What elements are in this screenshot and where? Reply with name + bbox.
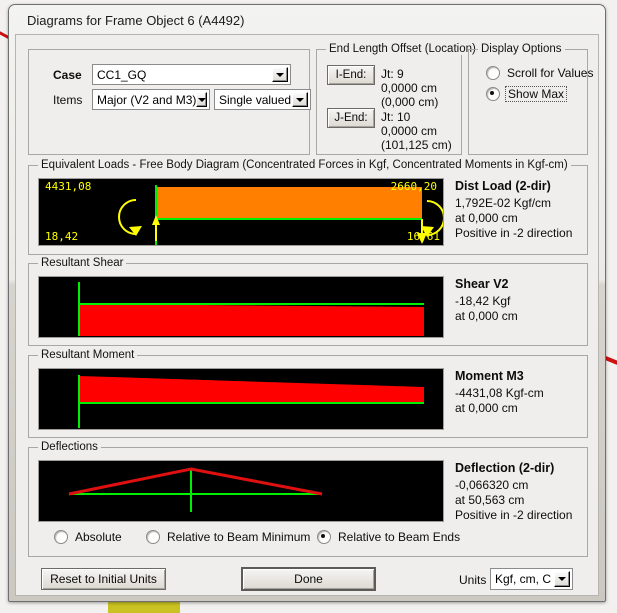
radio-relative-beam-minimum[interactable]: Relative to Beam Minimum bbox=[146, 530, 310, 544]
end-length-offset-group: End Length Offset (Location) I-End: Jt: … bbox=[316, 43, 479, 155]
eq-label-bottom-right: 16,61 bbox=[406, 230, 440, 243]
case-combo-value: CC1_GQ bbox=[97, 67, 147, 82]
resultant-moment-info: Moment M3 -4431,08 Kgf-cm at 0,000 cm bbox=[455, 369, 544, 416]
resultant-shear-canvas[interactable] bbox=[38, 276, 444, 338]
deflection-value: -0,066320 cm bbox=[455, 478, 529, 492]
backdrop-yellow-member bbox=[108, 601, 180, 613]
resultant-moment-group: Resultant Moment Moment M3 -4431,08 Kgf-… bbox=[28, 349, 588, 438]
shear-value: -18,42 Kgf bbox=[455, 294, 511, 308]
deflections-canvas[interactable] bbox=[38, 460, 444, 522]
items-combo[interactable]: Major (V2 and M3) bbox=[92, 89, 210, 110]
equivalent-loads-group: Equivalent Loads - Free Body Diagram (Co… bbox=[28, 159, 588, 255]
radio-rel-min-label: Relative to Beam Minimum bbox=[167, 530, 311, 544]
moment-at: at 0,000 cm bbox=[455, 401, 518, 415]
radio-dot-icon bbox=[54, 530, 68, 544]
radio-absolute-label: Absolute bbox=[75, 530, 122, 544]
equivalent-loads-svg bbox=[39, 179, 443, 245]
radio-rel-ends-label: Relative to Beam Ends bbox=[338, 530, 461, 544]
units-combo[interactable]: Kgf, cm, C bbox=[490, 568, 573, 590]
chevron-down-icon[interactable] bbox=[196, 92, 207, 107]
eq-label-top-right: 2660,20 bbox=[390, 180, 437, 193]
case-combo[interactable]: CC1_GQ bbox=[92, 64, 291, 85]
radio-show-max[interactable]: Show Max bbox=[486, 86, 568, 102]
moment-title: Moment M3 bbox=[455, 369, 524, 383]
screen: Diagrams for Frame Object 6 (A4492) Case… bbox=[0, 0, 617, 613]
window-title: Diagrams for Frame Object 6 (A4492) bbox=[27, 12, 245, 28]
shear-at: at 0,000 cm bbox=[455, 309, 518, 323]
radio-dot-icon bbox=[146, 530, 160, 544]
case-items-group: Case CC1_GQ Items Major (V2 and M3) Sing… bbox=[28, 49, 311, 155]
j-end-joint: Jt: 10 bbox=[381, 110, 411, 124]
resultant-moment-legend: Resultant Moment bbox=[38, 349, 138, 361]
radio-dot-icon bbox=[486, 66, 500, 80]
i-end-button[interactable]: I-End: bbox=[327, 65, 375, 85]
deflections-group: Deflections Deflection (2-dir) -0,066320… bbox=[28, 441, 588, 557]
eq-label-bottom-left: 18,42 bbox=[45, 230, 79, 243]
units-label: Units bbox=[459, 573, 487, 587]
resultant-shear-group: Resultant Shear Shear V2 -18,42 Kgf at 0… bbox=[28, 257, 588, 346]
title-bar: Diagrams for Frame Object 6 (A4492) bbox=[9, 5, 605, 35]
radio-show-max-label: Show Max bbox=[505, 86, 568, 102]
deflections-svg bbox=[39, 461, 443, 521]
deflection-at: at 50,563 cm bbox=[455, 493, 525, 507]
chevron-down-icon[interactable] bbox=[292, 92, 308, 107]
deflections-info: Deflection (2-dir) -0,066320 cm at 50,56… bbox=[455, 461, 572, 523]
radio-scroll-for-values[interactable]: Scroll for Values bbox=[486, 66, 593, 80]
j-end-button[interactable]: J-End: bbox=[327, 108, 375, 128]
equivalent-loads-canvas[interactable]: 4431,08 18,42 2660,20 16,61 bbox=[38, 178, 444, 246]
display-options-group: Display Options Scroll for Values Show M… bbox=[468, 43, 593, 155]
dialog-client-area: Case CC1_GQ Items Major (V2 and M3) Sing… bbox=[15, 34, 599, 596]
i-end-offset: 0,0000 cm bbox=[381, 81, 438, 95]
shear-title: Shear V2 bbox=[455, 277, 509, 291]
i-end-location: (0,000 cm) bbox=[381, 95, 439, 109]
done-button[interactable]: Done bbox=[241, 567, 376, 591]
j-end-offset: 0,0000 cm bbox=[381, 124, 438, 138]
items-combo-value: Major (V2 and M3) bbox=[97, 92, 197, 107]
valued-combo-value: Single valued bbox=[219, 92, 292, 107]
resultant-moment-canvas[interactable] bbox=[38, 368, 444, 430]
reset-to-initial-units-button[interactable]: Reset to Initial Units bbox=[41, 568, 166, 590]
radio-relative-beam-ends[interactable]: Relative to Beam Ends bbox=[317, 530, 460, 544]
dist-load-value: 1,792E-02 Kgf/cm bbox=[455, 196, 552, 210]
resultant-shear-svg bbox=[39, 277, 443, 337]
units-combo-value: Kgf, cm, C bbox=[495, 572, 552, 586]
dialog-window: Diagrams for Frame Object 6 (A4492) Case… bbox=[8, 4, 606, 602]
dist-load-title: Dist Load (2-dir) bbox=[455, 179, 551, 193]
resultant-shear-legend: Resultant Shear bbox=[38, 257, 127, 269]
resultant-moment-svg bbox=[39, 369, 443, 429]
radio-dot-icon bbox=[317, 530, 331, 544]
deflection-note: Positive in -2 direction bbox=[455, 508, 573, 522]
items-label: Items bbox=[53, 93, 83, 107]
radio-scroll-label: Scroll for Values bbox=[507, 66, 594, 80]
dist-load-at: at 0,000 cm bbox=[455, 211, 518, 225]
valued-combo[interactable]: Single valued bbox=[214, 89, 311, 110]
radio-dot-icon bbox=[486, 87, 500, 101]
j-end-location: (101,125 cm) bbox=[381, 138, 452, 152]
resultant-shear-info: Shear V2 -18,42 Kgf at 0,000 cm bbox=[455, 277, 518, 324]
equivalent-loads-legend: Equivalent Loads - Free Body Diagram (Co… bbox=[38, 159, 571, 171]
eq-label-top-left: 4431,08 bbox=[45, 180, 92, 193]
case-label: Case bbox=[53, 68, 82, 82]
chevron-down-icon[interactable] bbox=[554, 571, 570, 587]
equivalent-loads-info: Dist Load (2-dir) 1,792E-02 Kgf/cm at 0,… bbox=[455, 179, 572, 241]
end-length-offset-legend: End Length Offset (Location) bbox=[326, 43, 479, 55]
display-options-legend: Display Options bbox=[478, 43, 565, 55]
moment-value: -4431,08 Kgf-cm bbox=[455, 386, 544, 400]
chevron-down-icon[interactable] bbox=[272, 67, 288, 82]
deflection-title: Deflection (2-dir) bbox=[455, 461, 555, 475]
radio-absolute[interactable]: Absolute bbox=[54, 530, 122, 544]
dist-load-note: Positive in -2 direction bbox=[455, 226, 573, 240]
deflections-legend: Deflections bbox=[38, 441, 101, 453]
i-end-joint: Jt: 9 bbox=[381, 67, 404, 81]
